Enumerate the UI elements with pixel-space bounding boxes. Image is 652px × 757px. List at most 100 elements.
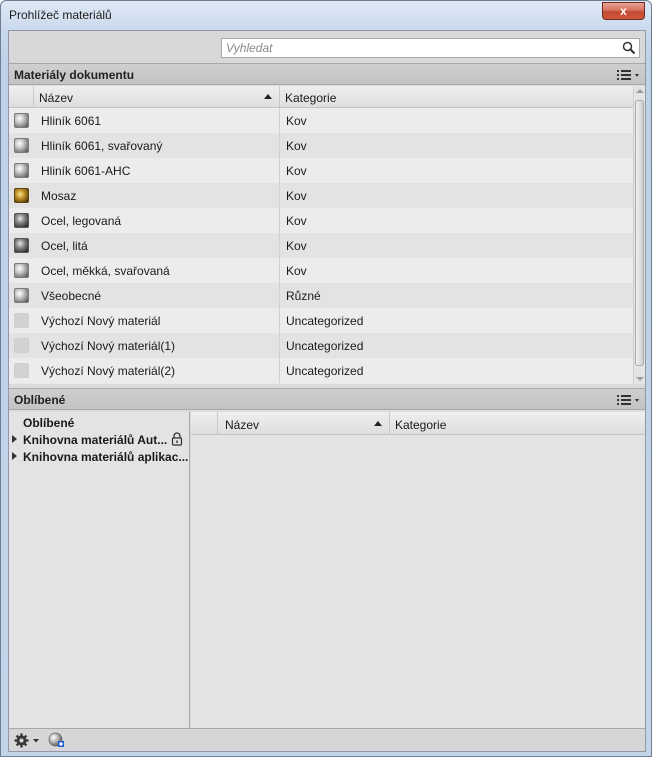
material-name: Hliník 6061-AHC — [41, 164, 131, 178]
table-row[interactable]: Výchozí Nový materiál Uncategorized — [9, 308, 633, 333]
tree-item-label: Knihovna materiálů Aut... — [23, 433, 168, 447]
material-category: Uncategorized — [286, 364, 364, 378]
column-divider[interactable] — [389, 412, 390, 435]
lock-icon — [171, 432, 183, 446]
sort-ascending-icon — [374, 421, 382, 426]
column-divider — [279, 108, 280, 133]
gear-icon[interactable] — [14, 733, 42, 748]
material-name: Ocel, litá — [41, 239, 88, 253]
material-swatch-icon — [14, 263, 29, 278]
search-input[interactable] — [226, 40, 616, 56]
material-category: Kov — [286, 214, 307, 228]
view-options-icon[interactable] — [615, 392, 641, 408]
close-icon: x — [620, 4, 627, 18]
material-name: Výchozí Nový materiál(1) — [41, 339, 176, 353]
title-bar[interactable]: Prohlížeč materiálů x — [1, 1, 651, 29]
column-divider — [279, 133, 280, 158]
material-category: Kov — [286, 189, 307, 203]
material-name: Mosaz — [41, 189, 77, 203]
material-name: Výchozí Nový materiál(2) — [41, 364, 176, 378]
table-row[interactable]: Ocel, legovaná Kov — [9, 208, 633, 233]
material-name: Ocel, měkká, svařovaná — [41, 264, 170, 278]
table-header: Název Kategorie — [9, 86, 633, 108]
column-divider[interactable] — [279, 86, 280, 108]
table-row[interactable]: Ocel, měkká, svařovaná Kov — [9, 258, 633, 283]
category-column-header[interactable]: Kategorie — [285, 91, 336, 105]
document-materials-title: Materiály dokumentu — [14, 68, 135, 82]
tree-item-favorites[interactable]: Oblíbené — [9, 414, 189, 431]
expand-arrow-icon[interactable] — [12, 435, 17, 443]
scroll-up-icon[interactable] — [636, 89, 644, 93]
column-divider — [279, 158, 280, 183]
name-column-header[interactable]: Název — [39, 91, 73, 105]
sort-ascending-icon — [264, 94, 272, 99]
material-browser-window: Prohlížeč materiálů x Materiály dokument… — [0, 0, 652, 757]
material-name: Ocel, legovaná — [41, 214, 122, 228]
category-column-header[interactable]: Kategorie — [395, 418, 446, 432]
view-options-icon[interactable] — [615, 67, 641, 83]
favorites-header: Oblíbené — [9, 388, 645, 410]
search-box[interactable] — [221, 38, 640, 58]
search-bar — [9, 31, 645, 63]
material-swatch-icon — [14, 238, 29, 253]
column-divider — [279, 208, 280, 233]
table-row[interactable]: Ocel, litá Kov — [9, 233, 633, 258]
material-category: Kov — [286, 114, 307, 128]
table-header: Název Kategorie — [191, 412, 645, 435]
name-column-header[interactable]: Název — [225, 418, 259, 432]
tree-item-label: Knihovna materiálů aplikac... — [23, 450, 189, 464]
bottom-toolbar — [9, 728, 645, 751]
material-swatch-icon — [14, 338, 29, 353]
material-swatch-icon — [14, 188, 29, 203]
material-swatch-icon — [14, 213, 29, 228]
column-divider — [279, 358, 280, 383]
material-swatch-icon — [14, 163, 29, 178]
column-divider — [279, 308, 280, 333]
material-category: Kov — [286, 139, 307, 153]
table-row[interactable]: Hliník 6061-AHC Kov — [9, 158, 633, 183]
search-icon[interactable] — [622, 41, 636, 55]
material-category: Uncategorized — [286, 339, 364, 353]
column-divider — [279, 283, 280, 308]
library-tree: Oblíbené Knihovna materiálů Aut... Kniho… — [9, 412, 190, 728]
material-category: Různé — [286, 289, 321, 303]
material-swatch-icon — [14, 313, 29, 328]
document-materials-header: Materiály dokumentu — [9, 63, 645, 85]
column-divider — [279, 258, 280, 283]
scroll-thumb[interactable] — [635, 100, 644, 366]
table-row[interactable]: Hliník 6061 Kov — [9, 108, 633, 133]
material-category: Kov — [286, 264, 307, 278]
tree-item-autodesk-library[interactable]: Knihovna materiálů Aut... — [9, 431, 189, 448]
column-divider — [279, 333, 280, 358]
material-category: Kov — [286, 239, 307, 253]
document-materials-table: Název Kategorie Hliník 6061 Kov Hliník 6… — [9, 86, 633, 384]
favorites-table: Název Kategorie — [191, 412, 645, 728]
material-swatch-icon — [14, 288, 29, 303]
vertical-scrollbar[interactable] — [633, 86, 645, 384]
material-swatch-icon — [14, 363, 29, 378]
expand-arrow-icon[interactable] — [12, 452, 17, 460]
material-name: Hliník 6061 — [41, 114, 102, 128]
table-row[interactable]: Mosaz Kov — [9, 183, 633, 208]
tree-item-label: Oblíbené — [23, 416, 75, 430]
material-name: Hliník 6061, svařovaný — [41, 139, 163, 153]
material-name: Výchozí Nový materiál — [41, 314, 161, 328]
table-row[interactable]: Všeobecné Různé — [9, 283, 633, 308]
browser-content: Materiály dokumentu Název Kategorie Hlin… — [8, 30, 646, 752]
material-swatch-icon — [14, 113, 29, 128]
swatch-column-header[interactable] — [191, 412, 218, 435]
tree-item-application-library[interactable]: Knihovna materiálů aplikac... — [9, 448, 189, 465]
window-title: Prohlížeč materiálů — [9, 8, 112, 22]
column-divider — [279, 233, 280, 258]
material-category: Kov — [286, 164, 307, 178]
create-material-icon[interactable] — [48, 732, 65, 749]
scroll-down-icon[interactable] — [636, 377, 644, 381]
swatch-column-header[interactable] — [9, 86, 34, 108]
favorites-title: Oblíbené — [14, 393, 66, 407]
material-category: Uncategorized — [286, 314, 364, 328]
material-name: Všeobecné — [41, 289, 102, 303]
table-row[interactable]: Výchozí Nový materiál(2) Uncategorized — [9, 358, 633, 383]
table-row[interactable]: Výchozí Nový materiál(1) Uncategorized — [9, 333, 633, 358]
table-row[interactable]: Hliník 6061, svařovaný Kov — [9, 133, 633, 158]
close-button[interactable]: x — [602, 2, 645, 20]
